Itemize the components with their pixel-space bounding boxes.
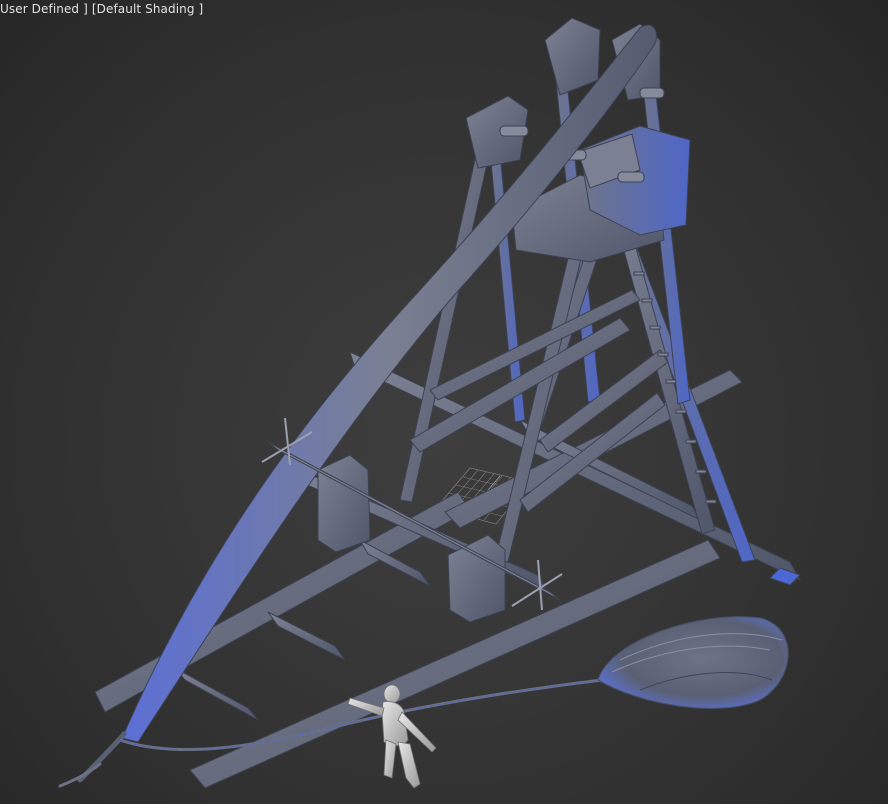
trebuchet-model[interactable] [0,0,888,804]
sling-pouch [597,616,789,709]
3d-viewport[interactable]: User Defined ] [Default Shading ] [0,0,888,804]
